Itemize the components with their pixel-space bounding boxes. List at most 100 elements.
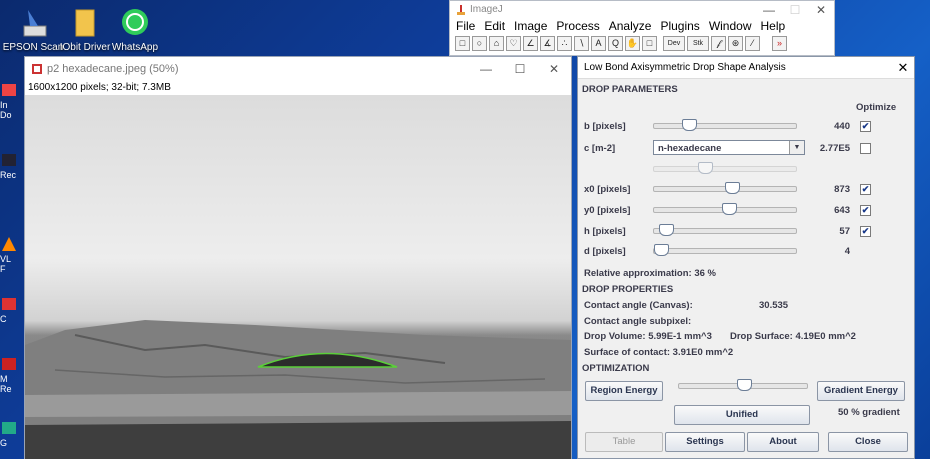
desktop-icon-partial[interactable]: M Re — [0, 356, 24, 394]
line-tool-icon[interactable]: ∠ — [523, 35, 538, 51]
param-label-y0: y0 [pixels] — [584, 205, 631, 216]
section-drop-parameters: DROP PARAMETERS — [582, 84, 678, 95]
app-icon — [2, 154, 16, 166]
menu-window[interactable]: Window — [709, 19, 752, 33]
stk-tool-icon[interactable]: Stk — [687, 35, 709, 51]
desktop-icon-partial[interactable]: G — [0, 420, 24, 456]
slider-x0[interactable] — [653, 182, 797, 194]
region-energy-button[interactable]: Region Energy — [585, 381, 663, 401]
rectangle-tool-icon[interactable]: □ — [455, 35, 470, 51]
checkbox-optimize-c[interactable] — [860, 143, 871, 154]
close-button[interactable]: Close — [828, 432, 908, 452]
param-value-d: 4 — [844, 246, 850, 257]
desktop-icon-label: Do — [0, 110, 12, 120]
close-button[interactable]: ✕ — [808, 3, 834, 17]
menu-help[interactable]: Help — [761, 19, 786, 33]
param-label-b: b [pixels] — [584, 121, 626, 132]
gradient-energy-button[interactable]: Gradient Energy — [817, 381, 905, 401]
menu-analyze[interactable]: Analyze — [609, 19, 652, 33]
image-window[interactable]: p2 hexadecane.jpeg (50%) — ☐ ✕ 1600x1200… — [24, 56, 572, 459]
oval-tool-icon[interactable]: ○ — [472, 35, 487, 51]
param-value-h: 57 — [839, 226, 850, 237]
freehand-tool-icon[interactable]: ♡ — [506, 35, 521, 51]
desktop-icon-label: M — [0, 374, 8, 384]
slider-thumb[interactable] — [698, 162, 713, 174]
drop-surface: Drop Surface: 4.19E0 mm^2 — [730, 331, 856, 342]
point-tool-icon[interactable]: ∴ — [557, 35, 572, 51]
param-value-x0: 873 — [834, 184, 850, 195]
param-value-y0: 643 — [834, 205, 850, 216]
dialog-title: Low Bond Axisymmetric Drop Shape Analysi… — [584, 62, 786, 73]
menu-image[interactable]: Image — [514, 19, 547, 33]
close-icon[interactable]: ✕ — [892, 60, 914, 76]
image-window-titlebar[interactable]: p2 hexadecane.jpeg (50%) — ☐ ✕ — [25, 57, 571, 81]
more-tools-icon[interactable]: » — [772, 35, 787, 51]
settings-button[interactable]: Settings — [665, 432, 745, 452]
lut-tool-icon[interactable]: 𝒻 — [711, 35, 726, 51]
magnifier-tool-icon[interactable]: Q — [608, 35, 623, 51]
desktop-icon-partial[interactable]: C — [0, 296, 24, 332]
hand-tool-icon[interactable]: ✋ — [625, 35, 640, 51]
desktop-icon-label: VL — [0, 254, 12, 264]
slider-c[interactable] — [653, 162, 797, 174]
maximize-button[interactable]: ☐ — [782, 3, 808, 17]
brush-tool-icon[interactable]: ⊛ — [728, 35, 743, 51]
wand-tool-icon[interactable]: ∖ — [574, 35, 589, 51]
surface-of-contact: Surface of contact: 3.91E0 mm^2 — [584, 347, 734, 358]
contact-angle-subpixel: Contact angle subpixel: — [584, 316, 692, 327]
maximize-button[interactable]: ☐ — [503, 62, 537, 76]
slider-thumb[interactable] — [654, 244, 669, 256]
section-optimization: OPTIMIZATION — [582, 363, 650, 374]
checkbox-optimize-x0[interactable]: ✔ — [860, 184, 871, 195]
desktop-icon-label: Re — [0, 384, 12, 394]
desktop-icon-label: F — [0, 264, 6, 274]
image-canvas[interactable] — [25, 95, 571, 459]
menu-file[interactable]: File — [456, 19, 475, 33]
slider-thumb[interactable] — [722, 203, 738, 215]
folder-icon — [68, 6, 102, 40]
slider-d[interactable] — [653, 244, 797, 256]
slider-y0[interactable] — [653, 203, 797, 215]
slider-h[interactable] — [653, 224, 797, 236]
desktop-icon-partial[interactable]: VL F — [0, 236, 24, 274]
slider-thumb[interactable] — [724, 182, 740, 194]
dialog-titlebar[interactable]: Low Bond Axisymmetric Drop Shape Analysi… — [578, 57, 914, 79]
slider-thumb[interactable] — [659, 224, 675, 236]
desktop-icon-whatsapp[interactable]: WhatsApp — [104, 6, 166, 53]
vlc-icon — [2, 237, 16, 251]
dev-tool-icon[interactable]: Dev — [663, 35, 685, 51]
about-button[interactable]: About — [747, 432, 819, 452]
drop-analysis-dialog[interactable]: Low Bond Axisymmetric Drop Shape Analysi… — [577, 56, 915, 459]
desktop-icon-label: Rec — [0, 170, 17, 180]
desktop-icon-partial[interactable]: Rec — [0, 152, 24, 188]
slider-thumb[interactable] — [736, 379, 752, 391]
desktop-icon-partial[interactable]: In Do — [0, 82, 24, 120]
drop-volume: Drop Volume: 5.99E-1 mm^3 — [584, 331, 712, 342]
table-button[interactable]: Table — [585, 432, 663, 452]
slider-b[interactable] — [653, 119, 797, 131]
polygon-tool-icon[interactable]: ⌂ — [489, 35, 504, 51]
checkbox-optimize-y0[interactable]: ✔ — [860, 205, 871, 216]
desktop-icon-label: IObit Driver — [59, 42, 111, 53]
unified-button[interactable]: Unified — [674, 405, 810, 425]
menu-process[interactable]: Process — [556, 19, 599, 33]
pencil-tool-icon[interactable]: ⁄ — [745, 35, 760, 51]
imagej-menubar: File Edit Image Process Analyze Plugins … — [450, 18, 834, 34]
checkbox-optimize-b[interactable]: ✔ — [860, 121, 871, 132]
minimize-button[interactable]: — — [756, 3, 782, 17]
text-tool-icon[interactable]: A — [591, 35, 606, 51]
gradient-percentage: 50 % gradient — [838, 407, 900, 418]
angle-tool-icon[interactable]: ∡ — [540, 35, 555, 51]
close-button[interactable]: ✕ — [537, 62, 571, 76]
menu-plugins[interactable]: Plugins — [660, 19, 699, 33]
chevron-down-icon[interactable]: ▼ — [789, 141, 804, 154]
minimize-button[interactable]: — — [469, 62, 503, 76]
energy-weight-slider[interactable] — [678, 379, 808, 391]
menu-edit[interactable]: Edit — [484, 19, 505, 33]
checkbox-optimize-h[interactable]: ✔ — [860, 226, 871, 237]
liquid-select[interactable]: n-hexadecane ▼ — [653, 140, 805, 155]
imagej-titlebar[interactable]: ImageJ — ☐ ✕ — [450, 1, 834, 18]
slider-thumb[interactable] — [682, 119, 698, 131]
imagej-main-window[interactable]: ImageJ — ☐ ✕ File Edit Image Process Ana… — [449, 0, 835, 56]
color-picker-icon[interactable]: □ — [642, 35, 657, 51]
